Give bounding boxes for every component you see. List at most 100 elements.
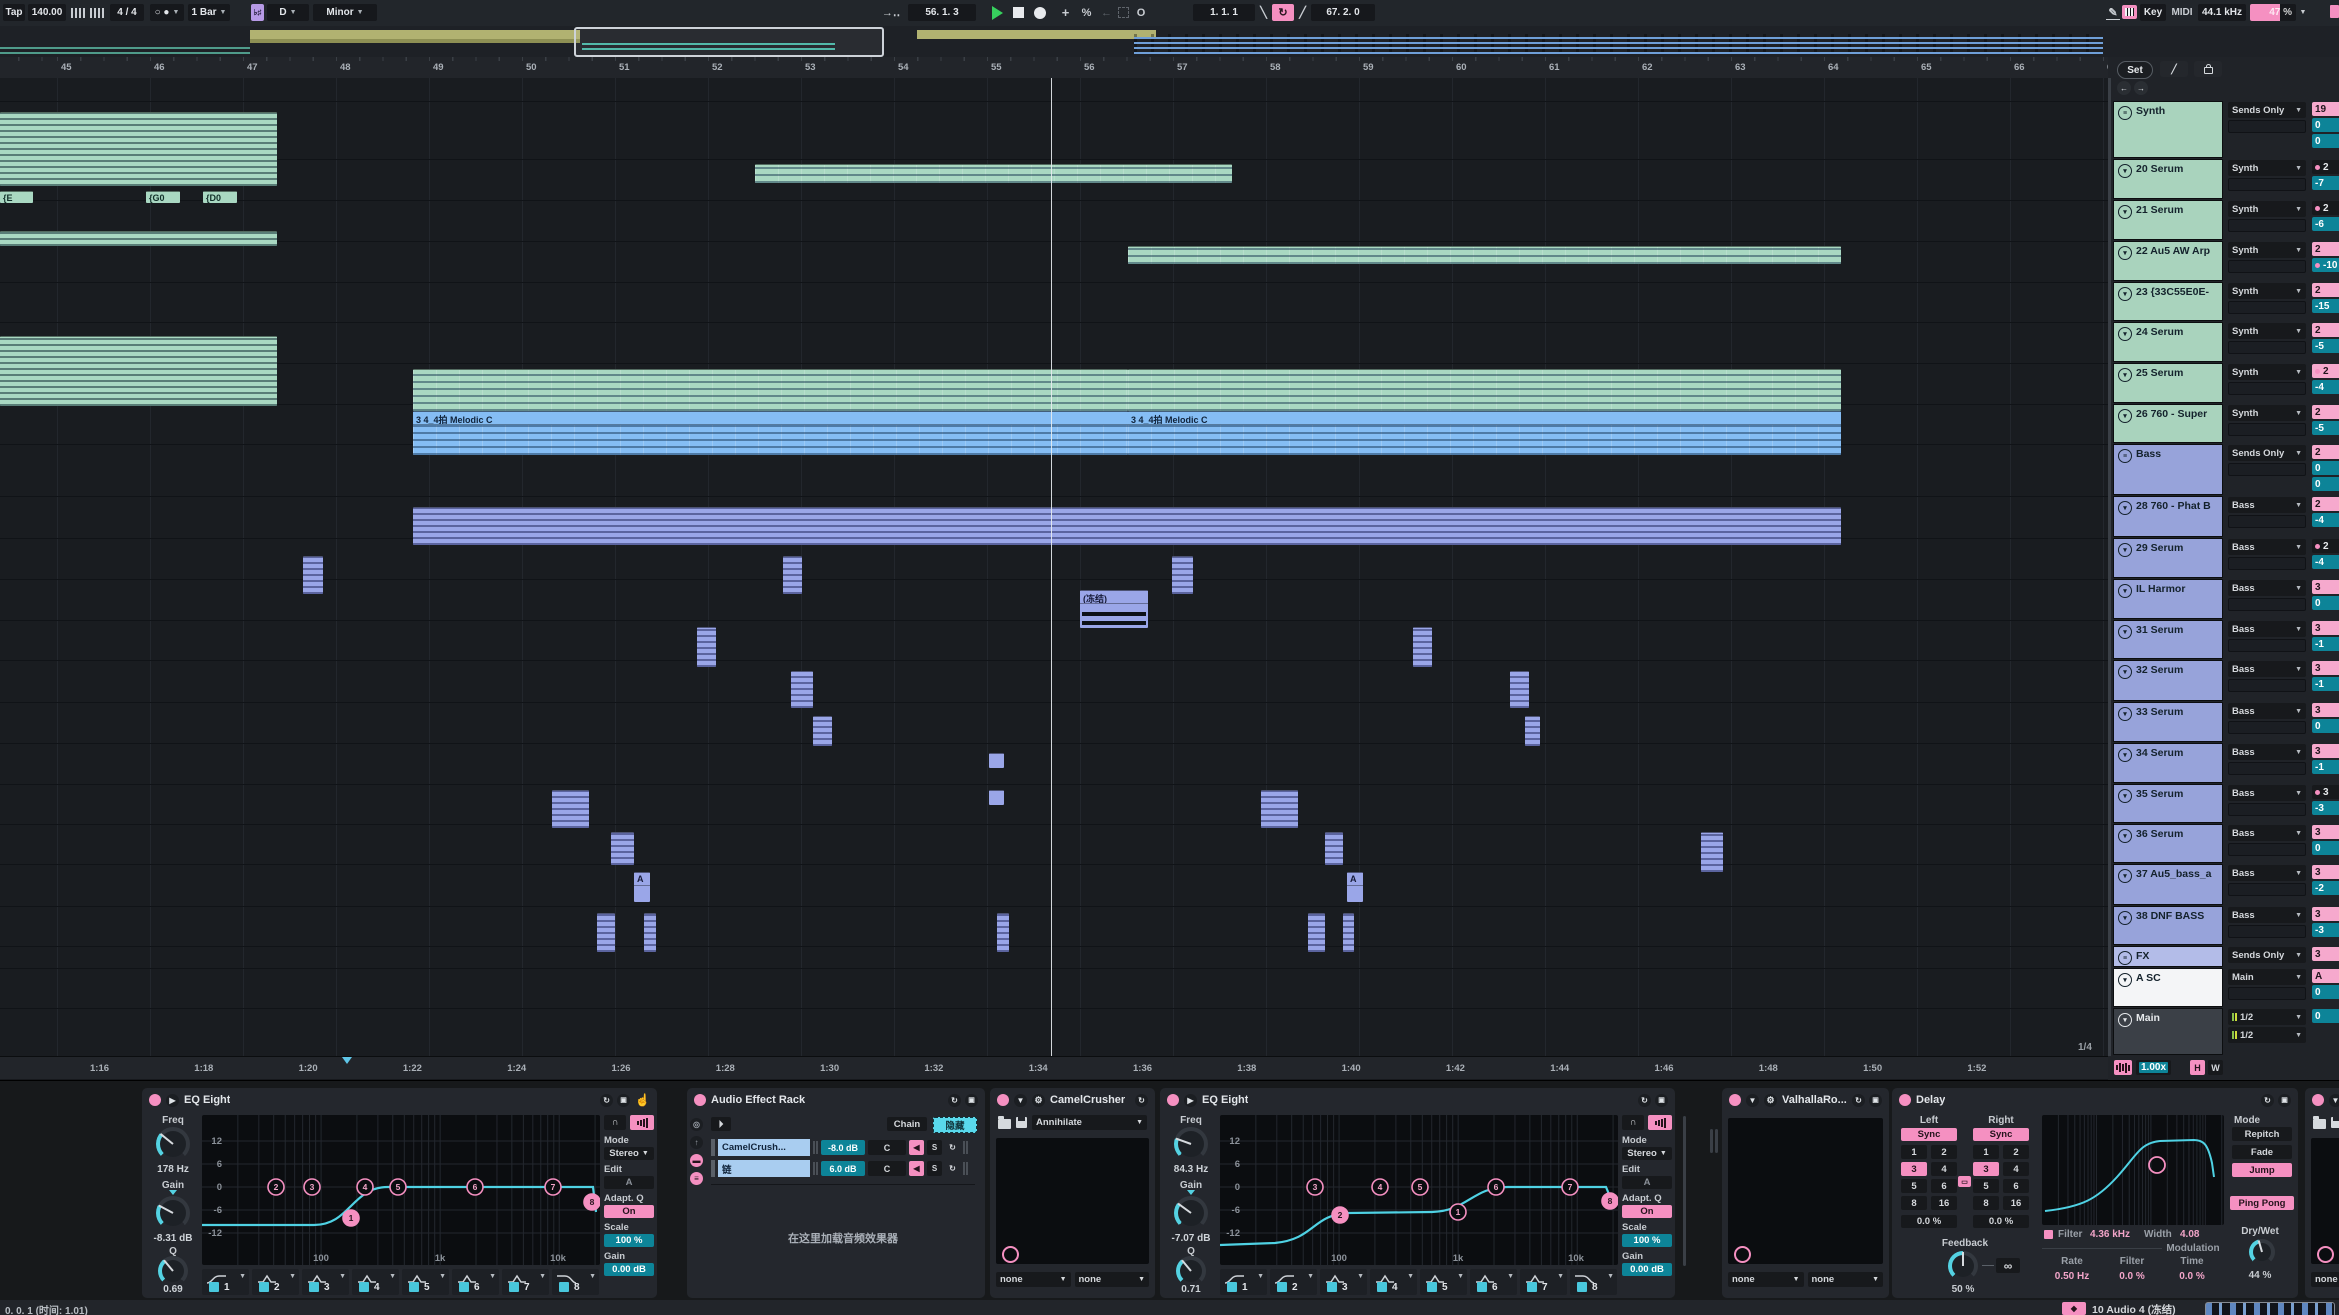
track-fold-icon[interactable]: ▾ bbox=[2118, 707, 2132, 721]
track-header-20-serum[interactable]: ▾20 SerumSynth▼2-7 bbox=[2113, 159, 2339, 200]
time-label[interactable]: 1:44 bbox=[1550, 1063, 1569, 1074]
track-number-badge[interactable]: 3 bbox=[2312, 621, 2339, 635]
track-number-badge[interactable]: 2 bbox=[2312, 497, 2339, 511]
track-name[interactable]: ▾31 Serum bbox=[2113, 620, 2223, 659]
mode-repitch-button[interactable]: Repitch bbox=[2232, 1127, 2292, 1141]
clip-G0[interactable]: {G0 bbox=[146, 191, 180, 203]
clip[interactable] bbox=[989, 753, 1004, 768]
track-volume-value[interactable]: 0 bbox=[2312, 118, 2339, 132]
track-number-badge[interactable]: 2 bbox=[2312, 160, 2339, 174]
track-header-24-serum[interactable]: ▾24 SerumSynth▼2-5 bbox=[2113, 322, 2339, 363]
eq-band-active-toggle[interactable] bbox=[259, 1282, 269, 1292]
undo-arrow-left-button[interactable]: ← bbox=[2117, 81, 2131, 95]
plugin-unfold-circle[interactable] bbox=[1002, 1246, 1019, 1263]
track-number-badge[interactable]: 3 bbox=[2312, 580, 2339, 594]
eq-band-active-toggle[interactable] bbox=[459, 1282, 469, 1292]
clip[interactable] bbox=[0, 231, 277, 246]
delay-left-beat-2[interactable]: 2 bbox=[1931, 1145, 1957, 1159]
save-preset-icon[interactable]: ▣ bbox=[2278, 1094, 2291, 1107]
delay-left-beat-3[interactable]: 3 bbox=[1901, 1162, 1927, 1176]
clip[interactable] bbox=[1325, 832, 1343, 865]
clip[interactable] bbox=[1261, 790, 1298, 828]
delay-right-beat-2[interactable]: 2 bbox=[2003, 1145, 2029, 1159]
preset-folder-icon[interactable] bbox=[998, 1119, 1011, 1129]
clip[interactable] bbox=[611, 832, 634, 865]
plugin-param-right[interactable]: none▼ bbox=[1075, 1272, 1150, 1287]
time-label[interactable]: 1:52 bbox=[1967, 1063, 1986, 1074]
track-name[interactable]: ▾20 Serum bbox=[2113, 159, 2223, 199]
track-input-box[interactable] bbox=[2228, 987, 2306, 1000]
clip[interactable] bbox=[0, 112, 277, 186]
clip[interactable] bbox=[1343, 913, 1354, 952]
track-input-box[interactable] bbox=[2228, 679, 2306, 692]
track-header-23-33c55e0e-[interactable]: ▾23 {33C55E0E-Synth▼2-15 bbox=[2113, 282, 2339, 322]
track-header-28-760-phat-b[interactable]: ▾28 760 - Phat BBass▼2-4 bbox=[2113, 496, 2339, 538]
clip[interactable] bbox=[1413, 627, 1432, 667]
stop-button[interactable] bbox=[1009, 4, 1027, 21]
track-name[interactable]: ▾25 Serum bbox=[2113, 363, 2223, 403]
track-header-38-dnf-bass[interactable]: ▾38 DNF BASSBass▼3-3 bbox=[2113, 906, 2339, 946]
bar-ruler[interactable]: 4546474849505152535455565758596061626364… bbox=[0, 57, 2108, 79]
time-label[interactable]: 1:36 bbox=[1133, 1063, 1152, 1074]
track-fold-icon[interactable]: ▾ bbox=[2118, 973, 2132, 987]
draw-mode-button[interactable]: ✎ bbox=[2106, 5, 2120, 20]
device-title-bar[interactable]: ▶EQ Eight↻▣☝ bbox=[142, 1088, 657, 1112]
time-label[interactable]: 1:26 bbox=[612, 1063, 631, 1074]
track-input-box[interactable] bbox=[2228, 598, 2306, 611]
device-on-toggle[interactable] bbox=[1729, 1094, 1741, 1106]
eq-band-active-toggle[interactable] bbox=[1427, 1282, 1437, 1292]
plugin-param-left[interactable]: none bbox=[2311, 1272, 2339, 1287]
eq-band-menu-arrow[interactable]: ▼ bbox=[339, 1273, 346, 1280]
track-routing-menu[interactable]: Synth▼ bbox=[2228, 323, 2306, 339]
device-expand-icon[interactable]: ▶ bbox=[1184, 1094, 1197, 1107]
time-label[interactable]: 1:48 bbox=[1759, 1063, 1778, 1074]
eq-band-8[interactable]: ▼8 bbox=[1570, 1269, 1617, 1295]
delay-right-beat-8[interactable]: 8 bbox=[1973, 1196, 1999, 1210]
track-fold-icon[interactable]: ▾ bbox=[2118, 543, 2132, 557]
eq-band-menu-arrow[interactable]: ▼ bbox=[539, 1273, 546, 1280]
track-header-25-serum[interactable]: ▾25 SerumSynth▼2-4 bbox=[2113, 363, 2339, 404]
track-fold-icon[interactable]: ▾ bbox=[2118, 665, 2132, 679]
delay-right-beat-1[interactable]: 1 bbox=[1973, 1145, 1999, 1159]
frozen-track-icon[interactable]: ◆ bbox=[2062, 1302, 2086, 1315]
track-routing-menu[interactable]: Bass▼ bbox=[2228, 865, 2306, 881]
track-input-box[interactable] bbox=[2228, 260, 2306, 273]
track-volume-value[interactable]: 0 bbox=[2312, 596, 2339, 610]
freq-knob[interactable] bbox=[1174, 1127, 1208, 1161]
track-input-box[interactable] bbox=[2228, 219, 2306, 232]
rack-rail-icon[interactable]: ↑ bbox=[690, 1136, 703, 1149]
nudge-down-button[interactable] bbox=[70, 4, 86, 21]
device-title-bar[interactable]: ▼⚙ValhallaRo...↻▣ bbox=[1722, 1088, 1889, 1112]
delay-right-beat-16[interactable]: 16 bbox=[2003, 1196, 2029, 1210]
track-fold-icon[interactable]: ▾ bbox=[2118, 869, 2132, 883]
delay-left-beat-16[interactable]: 16 bbox=[1931, 1196, 1957, 1210]
eq-band-active-toggle[interactable] bbox=[1277, 1282, 1287, 1292]
track-name[interactable]: ≡Synth bbox=[2113, 101, 2223, 158]
redo-arrow-right-button[interactable]: → bbox=[2134, 81, 2148, 95]
group-fold-icon[interactable]: ≡ bbox=[2118, 951, 2132, 965]
arrangement-area[interactable]: {E{G0{D03 4_4拍 Melodic C3 4_4拍 Melodic C… bbox=[0, 78, 2108, 1056]
edit-value-box[interactable]: A bbox=[1622, 1176, 1672, 1189]
track-volume-value[interactable]: -3 bbox=[2312, 801, 2339, 815]
delay-right-beat-6[interactable]: 6 bbox=[2003, 1179, 2029, 1193]
track-header-34-serum[interactable]: ▾34 SerumBass▼3-1 bbox=[2113, 743, 2339, 784]
zoom-width-button[interactable]: W bbox=[2208, 1060, 2223, 1075]
bar-label[interactable]: 52 bbox=[712, 62, 723, 73]
time-label[interactable]: 1:18 bbox=[194, 1063, 213, 1074]
dry-wet-knob[interactable] bbox=[2249, 1239, 2275, 1265]
preset-select[interactable]: Annihilate▼ bbox=[1032, 1115, 1147, 1130]
track-header-33-serum[interactable]: ▾33 SerumBass▼30 bbox=[2113, 702, 2339, 743]
bar-label[interactable]: 53 bbox=[805, 62, 816, 73]
device-edit-icon[interactable]: ⚙ bbox=[1764, 1094, 1777, 1107]
bar-label[interactable]: 55 bbox=[991, 62, 1002, 73]
track-number-badge[interactable]: 2 bbox=[2312, 539, 2339, 553]
delay-left-sync-button[interactable]: Sync bbox=[1901, 1128, 1957, 1141]
group-fold-icon[interactable]: ≡ bbox=[2118, 106, 2132, 120]
delay-left-beat-4[interactable]: 4 bbox=[1931, 1162, 1957, 1176]
hot-swap-icon[interactable]: ↻ bbox=[948, 1094, 961, 1107]
delay-left-beat-1[interactable]: 1 bbox=[1901, 1145, 1927, 1159]
track-name[interactable]: ▾24 Serum bbox=[2113, 322, 2223, 362]
set-button[interactable]: Set bbox=[2117, 61, 2153, 79]
delay-right-beat-3[interactable]: 3 bbox=[1973, 1162, 1999, 1176]
loop-start-field[interactable]: 1. 1. 1 bbox=[1193, 4, 1255, 21]
